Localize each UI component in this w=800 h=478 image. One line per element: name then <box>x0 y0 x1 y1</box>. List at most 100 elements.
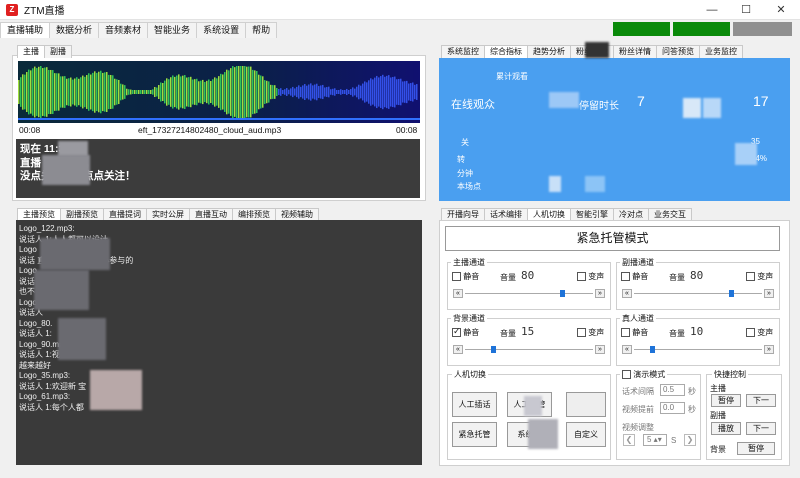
menu-tab-live-assist[interactable]: 直播辅助 <box>0 22 51 38</box>
volume-label: 音量 <box>669 273 685 282</box>
manual-interject-button[interactable]: 人工插话 <box>452 392 497 417</box>
volume-slider[interactable]: « » <box>453 289 605 298</box>
channel-voice-toggle[interactable]: 变声 <box>577 327 604 338</box>
minimize-button[interactable]: — <box>695 0 729 20</box>
bg-pause-button[interactable]: 暂停 <box>737 442 775 455</box>
waveform-bar <box>324 87 326 97</box>
volume-label: 音量 <box>500 329 516 338</box>
slider-track[interactable] <box>465 293 593 294</box>
waveform-bar <box>308 84 310 100</box>
channel-voice-toggle[interactable]: 变声 <box>746 271 773 282</box>
waveform-bar <box>86 75 88 109</box>
waveform-bar <box>184 75 186 109</box>
volume-slider[interactable]: « » <box>622 345 774 354</box>
mute-checkbox[interactable] <box>621 328 630 338</box>
slider-right-arrow-icon[interactable]: » <box>595 345 605 354</box>
emergency-takeover-button[interactable]: 紧急托管 <box>452 422 497 447</box>
host-next-button[interactable]: 下一 <box>746 394 776 407</box>
channel-mute-toggle[interactable]: 静音 <box>452 326 479 338</box>
tab-overall-metrics[interactable]: 综合指标 <box>484 45 528 58</box>
video-advance-input[interactable]: 0.0 <box>660 402 685 414</box>
slider-right-arrow-icon[interactable]: » <box>764 345 774 354</box>
slider-track[interactable] <box>465 349 593 350</box>
maximize-button[interactable]: ☐ <box>729 0 763 20</box>
tab-trend-analysis[interactable]: 趋势分析 <box>527 45 571 58</box>
mute-checkbox[interactable] <box>452 326 461 338</box>
waveform-bar <box>296 86 298 98</box>
slider-knob[interactable] <box>491 346 497 353</box>
slider-track[interactable] <box>634 293 762 294</box>
waveform-bar <box>292 86 294 98</box>
tab-system-monitor[interactable]: 系统监控 <box>441 45 485 58</box>
menu-tab-system-settings[interactable]: 系统设置 <box>196 22 247 38</box>
waveform-bar <box>322 84 324 100</box>
slider-right-arrow-icon[interactable]: » <box>595 289 605 298</box>
speech-interval-input[interactable]: 0.5 <box>660 384 685 396</box>
waveform-bar <box>32 68 34 116</box>
demo-group-header[interactable]: 演示模式 <box>620 369 668 380</box>
waveform-bar <box>312 85 314 99</box>
switch-blank-button[interactable] <box>566 392 606 417</box>
waveform-bar <box>366 82 368 102</box>
slider-left-arrow-icon[interactable]: « <box>622 289 632 298</box>
slider-knob[interactable] <box>560 290 566 297</box>
video-adjust-input[interactable]: 5 ▴▾ <box>643 434 667 446</box>
voice-change-checkbox[interactable] <box>746 272 755 282</box>
waveform-bar <box>122 84 124 100</box>
tab-business-monitor[interactable]: 业务监控 <box>699 45 743 58</box>
voice-change-checkbox[interactable] <box>577 272 586 282</box>
waveform-bar <box>338 90 340 94</box>
waveform-bar <box>224 72 226 112</box>
slider-left-arrow-icon[interactable]: « <box>453 345 463 354</box>
video-adjust-increase[interactable]: ❯ <box>684 434 696 446</box>
tab-host[interactable]: 主播 <box>17 45 45 58</box>
video-adjust-decrease[interactable]: ❮ <box>623 434 635 446</box>
host-pause-button[interactable]: 暂停 <box>711 394 741 407</box>
waveform-bar <box>250 66 252 118</box>
status-indicator-2 <box>673 22 730 36</box>
voice-change-checkbox[interactable] <box>577 328 586 338</box>
menu-tab-data-analysis[interactable]: 数据分析 <box>49 22 100 38</box>
slider-left-arrow-icon[interactable]: « <box>622 345 632 354</box>
custom-button[interactable]: 自定义 <box>566 422 606 447</box>
volume-slider[interactable]: « » <box>453 345 605 354</box>
blur-mask <box>735 143 757 165</box>
waveform-bar <box>106 72 108 112</box>
demo-mode-checkbox[interactable] <box>622 370 631 380</box>
slider-knob[interactable] <box>729 290 735 297</box>
mute-checkbox[interactable] <box>621 272 630 282</box>
waveform-bar <box>196 78 198 106</box>
waveform-bar <box>116 79 118 105</box>
slider-right-arrow-icon[interactable]: » <box>764 289 774 298</box>
waveform-bar <box>290 88 292 96</box>
waveform-bar <box>408 83 410 101</box>
close-button[interactable]: ✕ <box>764 0 798 20</box>
menu-tab-help[interactable]: 帮助 <box>245 22 278 38</box>
channel-voice-toggle[interactable]: 变声 <box>746 327 773 338</box>
channel-mute-toggle[interactable]: 静音 <box>452 271 479 282</box>
mute-checkbox[interactable] <box>452 272 461 282</box>
menu-tab-smart-business[interactable]: 智能业务 <box>147 22 198 38</box>
waveform-bar <box>348 90 350 94</box>
tab-qa-preview[interactable]: 问答预览 <box>656 45 700 58</box>
waveform-bar <box>132 90 134 94</box>
voice-change-checkbox[interactable] <box>746 328 755 338</box>
slider-knob[interactable] <box>649 346 655 353</box>
channel-mute-toggle[interactable]: 静音 <box>621 271 648 282</box>
waveform-bar <box>232 66 234 118</box>
co-host-play-button[interactable]: 播放 <box>711 422 741 435</box>
waveform-bar <box>266 80 268 104</box>
tab-co-host[interactable]: 副播 <box>44 45 72 58</box>
channel-mute-toggle[interactable]: 静音 <box>621 327 648 338</box>
volume-slider[interactable]: « » <box>622 289 774 298</box>
tab-fan-details[interactable]: 粉丝详情 <box>613 45 657 58</box>
waveform-bar <box>416 84 418 100</box>
waveform-bar <box>60 76 62 108</box>
co-host-next-button[interactable]: 下一 <box>746 422 776 435</box>
title-bar: Z ZTM直播 — ☐ ✕ <box>0 0 800 20</box>
menu-tab-audio-material[interactable]: 音频素材 <box>98 22 149 38</box>
channel-voice-toggle[interactable]: 变声 <box>577 271 604 282</box>
waveform-bar <box>362 83 364 101</box>
slider-left-arrow-icon[interactable]: « <box>453 289 463 298</box>
waveform-bar <box>236 66 238 118</box>
